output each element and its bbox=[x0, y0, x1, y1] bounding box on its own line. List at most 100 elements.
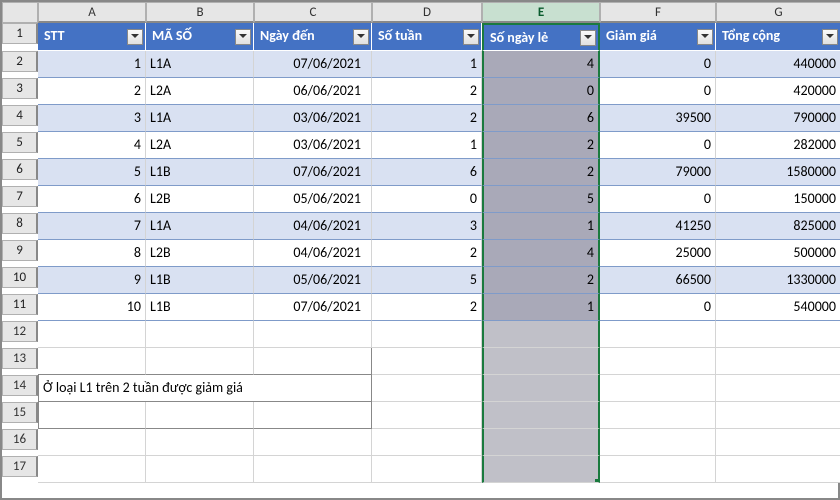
cell[interactable] bbox=[716, 429, 840, 456]
cell-songayle[interactable]: 4 bbox=[482, 240, 600, 267]
fill-handle[interactable] bbox=[595, 479, 600, 483]
cell[interactable] bbox=[372, 429, 482, 456]
spreadsheet-grid[interactable]: A B C D E F G bbox=[2, 2, 838, 23]
cell-sotuan[interactable]: 0 bbox=[372, 186, 482, 213]
filter-icon[interactable] bbox=[127, 29, 143, 45]
cell-ngayden[interactable]: 03/06/2021 bbox=[254, 132, 372, 159]
cell[interactable] bbox=[600, 321, 716, 348]
filter-icon[interactable] bbox=[822, 29, 838, 45]
cell-sotuan[interactable]: 6 bbox=[372, 159, 482, 186]
col-header-F[interactable]: F bbox=[600, 2, 716, 23]
cell-sotuan[interactable]: 2 bbox=[372, 294, 482, 321]
cell-maso[interactable]: L1A bbox=[146, 213, 254, 240]
row-header-10[interactable]: 10 bbox=[2, 267, 38, 288]
cell-songayle[interactable]: 0 bbox=[482, 78, 600, 105]
cell[interactable] bbox=[254, 402, 372, 429]
cell-tongcong[interactable]: 282000 bbox=[716, 132, 840, 159]
cell-songayle[interactable]: 5 bbox=[482, 186, 600, 213]
row-header-11[interactable]: 11 bbox=[2, 294, 38, 315]
row-header-8[interactable]: 8 bbox=[2, 213, 38, 234]
cell-ngayden[interactable]: 05/06/2021 bbox=[254, 267, 372, 294]
cell-giamgia[interactable]: 0 bbox=[600, 78, 716, 105]
table-header-ngayden[interactable]: Ngày đến bbox=[254, 23, 372, 51]
cell-giamgia[interactable]: 41250 bbox=[600, 213, 716, 240]
cell[interactable] bbox=[146, 429, 254, 456]
cell-ngayden[interactable]: 07/06/2021 bbox=[254, 51, 372, 78]
cell-maso[interactable]: L1A bbox=[146, 51, 254, 78]
cell[interactable] bbox=[38, 402, 146, 429]
row-header-17[interactable]: 17 bbox=[2, 456, 38, 477]
cell-giamgia[interactable]: 79000 bbox=[600, 159, 716, 186]
cell-ngayden[interactable]: 04/06/2021 bbox=[254, 240, 372, 267]
table-header-songayle[interactable]: Số ngày lẻ bbox=[482, 23, 600, 51]
row-header-1[interactable]: 1 bbox=[2, 23, 38, 44]
col-header-C[interactable]: C bbox=[254, 2, 372, 23]
cell-ngayden[interactable]: 05/06/2021 bbox=[254, 186, 372, 213]
cell-ngayden[interactable]: 07/06/2021 bbox=[254, 294, 372, 321]
cell-maso[interactable]: L1B bbox=[146, 159, 254, 186]
cell[interactable] bbox=[38, 321, 146, 348]
cell-stt[interactable]: 7 bbox=[38, 213, 146, 240]
col-header-G[interactable]: G bbox=[716, 2, 840, 23]
table-header-tongcong[interactable]: Tổng cộng bbox=[716, 23, 840, 51]
row-header-15[interactable]: 15 bbox=[2, 402, 38, 423]
cell[interactable] bbox=[146, 348, 254, 375]
filter-icon[interactable] bbox=[353, 29, 369, 45]
row-header-3[interactable]: 3 bbox=[2, 78, 38, 99]
row-header-4[interactable]: 4 bbox=[2, 105, 38, 126]
row-header-16[interactable]: 16 bbox=[2, 429, 38, 450]
row-header-14[interactable]: 14 bbox=[2, 375, 38, 396]
cell-giamgia[interactable]: 0 bbox=[600, 294, 716, 321]
cell-maso[interactable]: L2A bbox=[146, 78, 254, 105]
cell-maso[interactable]: L2B bbox=[146, 186, 254, 213]
cell-maso[interactable]: L1B bbox=[146, 267, 254, 294]
cell-songayle[interactable]: 1 bbox=[482, 213, 600, 240]
col-header-E[interactable]: E bbox=[482, 2, 600, 23]
cell[interactable] bbox=[482, 456, 600, 483]
filter-icon[interactable] bbox=[235, 29, 251, 45]
row-header-5[interactable]: 5 bbox=[2, 132, 38, 153]
cell[interactable] bbox=[716, 456, 840, 483]
cell-tongcong[interactable]: 500000 bbox=[716, 240, 840, 267]
cell[interactable] bbox=[146, 456, 254, 483]
col-header-D[interactable]: D bbox=[372, 2, 482, 23]
filter-icon[interactable] bbox=[580, 30, 596, 46]
cell-ngayden[interactable]: 06/06/2021 bbox=[254, 78, 372, 105]
cell-tongcong[interactable]: 440000 bbox=[716, 51, 840, 78]
cell-stt[interactable]: 9 bbox=[38, 267, 146, 294]
cell-giamgia[interactable]: 0 bbox=[600, 132, 716, 159]
cell-sotuan[interactable]: 2 bbox=[372, 105, 482, 132]
row-header-2[interactable]: 2 bbox=[2, 51, 38, 72]
cell[interactable] bbox=[716, 375, 840, 402]
cell-songayle[interactable]: 6 bbox=[482, 105, 600, 132]
cell-maso[interactable]: L2B bbox=[146, 240, 254, 267]
cell[interactable] bbox=[38, 429, 146, 456]
cell-giamgia[interactable]: 0 bbox=[600, 51, 716, 78]
cell[interactable] bbox=[600, 375, 716, 402]
cell[interactable] bbox=[254, 456, 372, 483]
cell-songayle[interactable]: 2 bbox=[482, 267, 600, 294]
cell-tongcong[interactable]: 420000 bbox=[716, 78, 840, 105]
cell[interactable] bbox=[600, 348, 716, 375]
filter-icon[interactable] bbox=[463, 29, 479, 45]
cell-tongcong[interactable]: 150000 bbox=[716, 186, 840, 213]
cell[interactable] bbox=[146, 402, 254, 429]
table-header-maso[interactable]: MÃ SỐ bbox=[146, 23, 254, 51]
cell[interactable] bbox=[600, 456, 716, 483]
row-header-7[interactable]: 7 bbox=[2, 186, 38, 207]
table-header-sotuan[interactable]: Số tuần bbox=[372, 23, 482, 51]
cell-giamgia[interactable]: 25000 bbox=[600, 240, 716, 267]
cell[interactable] bbox=[254, 321, 372, 348]
cell-stt[interactable]: 2 bbox=[38, 78, 146, 105]
cell[interactable] bbox=[482, 429, 600, 456]
cell-giamgia[interactable]: 39500 bbox=[600, 105, 716, 132]
cell[interactable] bbox=[716, 321, 840, 348]
cell-stt[interactable]: 4 bbox=[38, 132, 146, 159]
cell[interactable] bbox=[716, 348, 840, 375]
cell-giamgia[interactable]: 66500 bbox=[600, 267, 716, 294]
cell-tongcong[interactable]: 790000 bbox=[716, 105, 840, 132]
row-header-13[interactable]: 13 bbox=[2, 348, 38, 369]
cell[interactable] bbox=[372, 348, 482, 375]
cell[interactable] bbox=[38, 456, 146, 483]
cell-maso[interactable]: L2A bbox=[146, 132, 254, 159]
